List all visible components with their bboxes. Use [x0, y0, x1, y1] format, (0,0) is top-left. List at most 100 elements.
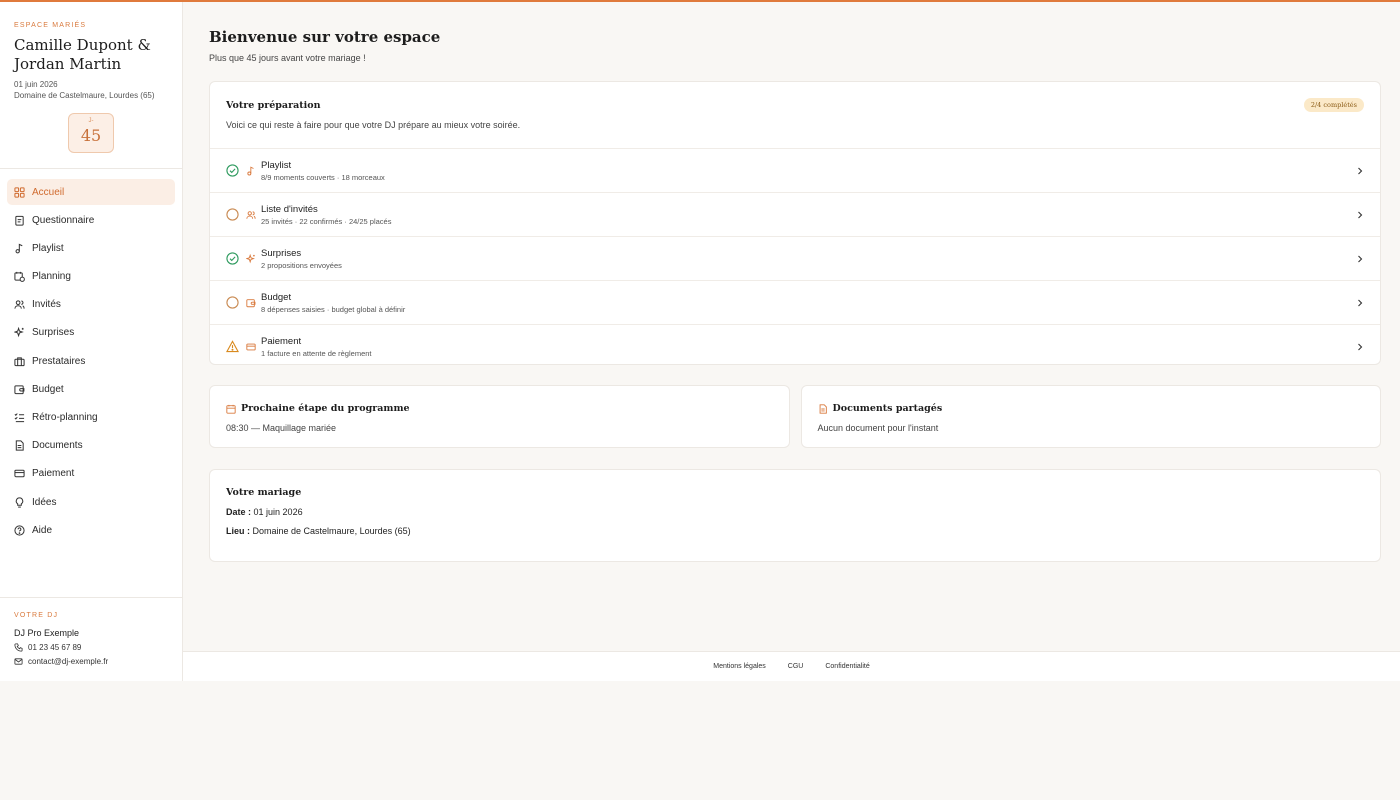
sidebar-item-label: Budget [32, 383, 64, 395]
sidebar-item-documents[interactable]: Documents [7, 433, 175, 459]
task-row-playlist[interactable]: Playlist 8/9 moments couverts · 18 morce… [210, 148, 1380, 192]
sidebar-item-label: Rétro-planning [32, 412, 98, 423]
users-icon [246, 210, 256, 219]
task-text: Playlist 8/9 moments couverts · 18 morce… [261, 160, 1356, 182]
sidebar-item-label: Aide [32, 524, 53, 536]
couple-name: Camille Dupont & Jordan Martin [14, 36, 151, 73]
preparation-header: Votre préparation Voici ce qui reste à f… [210, 82, 1380, 148]
credit-card-icon [246, 343, 256, 350]
next-step-text: 08:30 — Maquillage mariée [226, 423, 337, 433]
document-icon [819, 403, 827, 414]
document-icon [14, 440, 25, 451]
chevron-right-icon [1358, 167, 1363, 174]
task-text: Liste d'invités 25 invités · 22 confirmé… [261, 204, 1356, 226]
task-detail: 8/9 moments couverts · 18 morceaux [261, 172, 385, 182]
task-title: Playlist [261, 159, 292, 171]
sidebar-item-label: Invités [32, 299, 61, 311]
dj-eyebrow: VOTRE DJ [14, 612, 59, 619]
app-shell: ESPACE MARIÉS Camille Dupont & Jordan Ma… [0, 2, 1400, 681]
documents-card[interactable]: Documents partagés Aucun document pour l… [800, 385, 1381, 448]
couple-header: ESPACE MARIÉS Camille Dupont & Jordan Ma… [0, 2, 182, 169]
dj-email-text: contact@dj-exemple.fr [28, 657, 109, 666]
calendar-clock-icon [14, 271, 25, 282]
task-detail: 2 propositions envoyées [261, 260, 342, 270]
sidebar-item-surprises[interactable]: Surprises [7, 320, 175, 346]
sidebar-item-paiement[interactable]: Paiement [7, 461, 175, 487]
music-note-icon [247, 166, 254, 175]
sidebar-item-retro-planning[interactable]: Rétro-planning [7, 405, 175, 431]
music-note-icon [14, 243, 25, 254]
next-step-header: Prochaine étape du programme [226, 403, 773, 414]
preparation-card: Votre préparation Voici ce qui reste à f… [209, 81, 1381, 365]
sidebar-item-budget[interactable]: Budget [7, 376, 175, 402]
documents-title: Documents partagés [832, 403, 943, 414]
task-row-surprises[interactable]: Surprises 2 propositions envoyées [210, 236, 1380, 280]
check-circle-icon [226, 164, 239, 177]
wedding-place-label: Lieu : [226, 526, 250, 536]
wedding-date-value: 01 juin 2026 [253, 507, 303, 517]
sidebar-item-label: Surprises [32, 327, 75, 339]
dj-phone-text: 01 23 45 67 89 [28, 643, 82, 652]
task-title: Liste d'invités [261, 203, 318, 215]
sidebar-item-accueil[interactable]: Accueil [7, 179, 175, 205]
sidebar-item-playlist[interactable]: Playlist [7, 235, 175, 261]
sidebar-item-prestataires[interactable]: Prestataires [7, 348, 175, 374]
footer-link-cgu[interactable]: CGU [788, 663, 804, 670]
page-subtitle: Plus que 45 jours avant votre mariage ! [209, 53, 366, 63]
page-title: Bienvenue sur votre espace [209, 28, 441, 46]
progress-badge: 2/4 complétés [1303, 98, 1364, 112]
sidebar-item-label: Planning [32, 271, 71, 283]
phone-icon [14, 643, 23, 652]
task-title: Paiement [261, 335, 302, 347]
sidebar: ESPACE MARIÉS Camille Dupont & Jordan Ma… [0, 2, 183, 681]
task-title: Budget [261, 291, 292, 303]
sidebar-item-questionnaire[interactable]: Questionnaire [7, 207, 175, 233]
wedding-date: 01 juin 2026 [14, 80, 58, 89]
task-title: Surprises [261, 247, 302, 259]
chevron-right-icon [1358, 343, 1363, 350]
sidebar-item-label: Paiement [32, 468, 75, 480]
footer-link-mentions[interactable]: Mentions légales [713, 663, 766, 670]
next-step-card[interactable]: Prochaine étape du programme 08:30 — Maq… [209, 385, 790, 448]
wallet-icon [14, 384, 25, 395]
sidebar-item-aide[interactable]: Aide [7, 517, 175, 543]
sidebar-item-label: Prestataires [32, 355, 86, 367]
wedding-card: Votre mariage Date : 01 juin 2026 Lieu :… [209, 469, 1381, 562]
countdown-value: 45 [80, 126, 102, 145]
task-text: Budget 8 dépenses saisies · budget globa… [261, 292, 1356, 314]
footer-link-confidentialite[interactable]: Confidentialité [825, 663, 869, 670]
wallet-icon [246, 298, 256, 307]
help-circle-icon [14, 525, 25, 536]
task-text: Paiement 1 facture en attente de règleme… [261, 336, 1356, 358]
sidebar-item-label: Playlist [32, 242, 64, 254]
sidebar-nav: Accueil Questionnaire Playlist Planning … [0, 169, 182, 555]
info-cards-row: Prochaine étape du programme 08:30 — Maq… [209, 385, 1381, 448]
calendar-icon [226, 404, 236, 414]
dj-phone[interactable]: 01 23 45 67 89 [14, 643, 168, 652]
next-step-title: Prochaine étape du programme [241, 403, 410, 414]
dj-email[interactable]: contact@dj-exemple.fr [14, 657, 168, 666]
task-detail: 8 dépenses saisies · budget global à déf… [261, 304, 406, 314]
task-text: Surprises 2 propositions envoyées [261, 248, 1356, 270]
users-icon [14, 299, 25, 310]
sidebar-item-label: Accueil [32, 186, 65, 198]
wedding-venue: Domaine de Castelmaure, Lourdes (65) [14, 91, 155, 100]
wedding-place-line: Lieu : Domaine de Castelmaure, Lourdes (… [226, 526, 1364, 536]
sidebar-item-planning[interactable]: Planning [7, 264, 175, 290]
chevron-right-icon [1358, 255, 1363, 262]
task-detail: 1 facture en attente de règlement [261, 348, 372, 358]
task-row-invites[interactable]: Liste d'invités 25 invités · 22 confirmé… [210, 192, 1380, 236]
sidebar-item-idees[interactable]: Idées [7, 489, 175, 515]
documents-text: Aucun document pour l'instant [817, 423, 939, 433]
main-content: Bienvenue sur votre espace Plus que 45 j… [183, 2, 1400, 681]
task-row-budget[interactable]: Budget 8 dépenses saisies · budget globa… [210, 280, 1380, 324]
warning-triangle-icon [226, 340, 239, 353]
check-circle-icon [226, 252, 239, 265]
mail-icon [14, 658, 23, 665]
clipboard-icon [14, 215, 25, 226]
sidebar-item-invites[interactable]: Invités [7, 292, 175, 318]
footer: Mentions légales CGU Confidentialité [183, 651, 1400, 681]
preparation-description: Voici ce qui reste à faire pour que votr… [226, 120, 521, 130]
wedding-title: Votre mariage [226, 487, 302, 498]
task-row-paiement[interactable]: Paiement 1 facture en attente de règleme… [210, 324, 1380, 368]
